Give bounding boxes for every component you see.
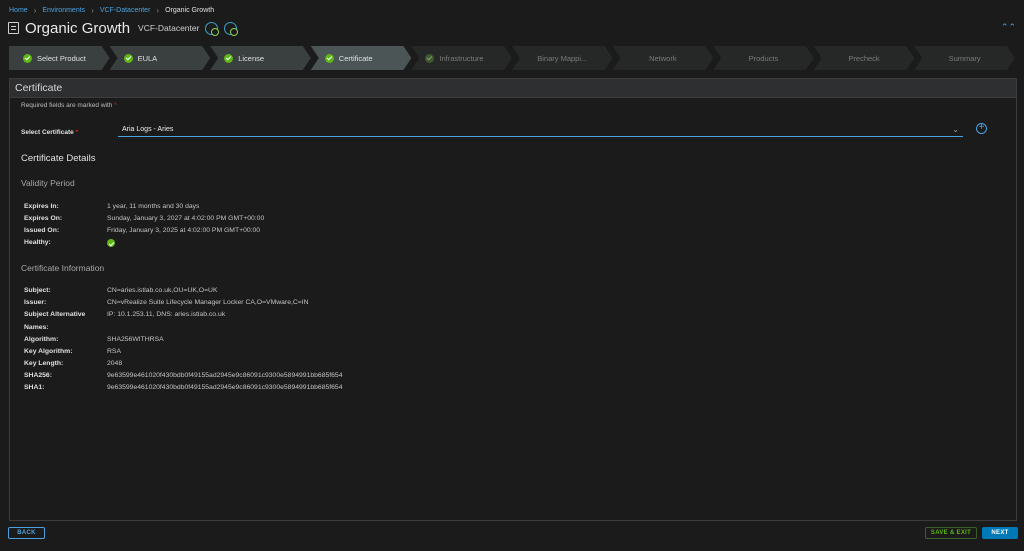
next-button[interactable]: NEXT [982, 527, 1018, 539]
wizard-step-products[interactable]: Products [713, 46, 814, 70]
validity-expires-in: Expires In: 1 year, 11 months and 30 days [24, 203, 200, 210]
page-header: Organic Growth VCF-Datacenter [8, 19, 239, 37]
certificate-details-heading: Certificate Details [21, 153, 96, 164]
certificate-panel: Certificate Required fields are marked w… [9, 78, 1017, 521]
info-issuer: Issuer: CN=vRealize Suite Lifecycle Manag… [24, 299, 309, 306]
selected-certificate: Aria Logs - Aries [122, 126, 174, 133]
wizard-steps: Select Product EULA License Certificate … [9, 46, 1015, 70]
wizard-step-network[interactable]: Network [613, 46, 714, 70]
panel-title: Certificate [10, 79, 1016, 98]
check-circle-icon [324, 53, 334, 63]
wizard-step-binary-mapping[interactable]: Binary Mappi... [512, 46, 613, 70]
select-certificate-dropdown[interactable]: Aria Logs - Aries ⌄ [118, 123, 963, 137]
check-circle-icon [425, 53, 435, 63]
required-note: Required fields are marked with * [21, 102, 117, 109]
breadcrumb: Home › Environments › VCF-Datacenter › O… [9, 6, 214, 15]
chevron-right-icon: › [156, 6, 160, 15]
info-sha1: SHA1: 9e63599e461020f430bdb0f49155ad2945e… [24, 384, 343, 391]
check-circle-icon [224, 53, 234, 63]
info-san-names: Names: [24, 324, 49, 331]
wizard-step-select-product[interactable]: Select Product [9, 46, 110, 70]
wizard-step-summary[interactable]: Summary [914, 46, 1015, 70]
collapse-icon[interactable]: ⌃⌃ [1001, 22, 1016, 33]
breadcrumb-home[interactable]: Home [9, 7, 28, 14]
info-algorithm: Algorithm: SHA256WITHRSA [24, 336, 164, 343]
environment-name: VCF-Datacenter [138, 23, 200, 33]
check-circle-icon [23, 53, 32, 63]
info-sha256: SHA256: 9e63599e461020f430bdb0f49155ad294… [24, 372, 343, 379]
info-subject: Subject: CN=aries.istlab.co.uk,OU=UK,O=UK [24, 287, 218, 294]
breadcrumb-current: Organic Growth [165, 7, 215, 14]
wizard-step-eula[interactable]: EULA [110, 46, 211, 70]
document-icon [8, 22, 19, 34]
breadcrumb-vcf-datacenter[interactable]: VCF-Datacenter [100, 7, 151, 14]
certificate-information-heading: Certificate Information [21, 263, 105, 273]
environment-health-icon [224, 21, 239, 36]
validity-expires-on: Expires On: Sunday, January 3, 2027 at 4:… [24, 215, 265, 222]
chevron-down-icon: ⌄ [952, 125, 959, 134]
chevron-right-icon: › [33, 6, 37, 15]
wizard-step-license[interactable]: License [210, 46, 311, 70]
page-title: Organic Growth [25, 19, 131, 37]
select-certificate-label: Select Certificate * [21, 129, 79, 136]
info-key-algorithm: Key Algorithm: RSA [24, 348, 121, 355]
info-san: Subject Alternative IP: 10.1.253.11, DNS:… [24, 311, 226, 318]
healthy-check-icon [107, 239, 115, 247]
save-exit-button[interactable]: SAVE & EXIT [925, 527, 977, 539]
check-circle-icon [123, 53, 133, 63]
add-certificate-icon[interactable]: + [976, 123, 987, 134]
validity-healthy: Healthy: [24, 239, 115, 249]
info-key-length: Key Length: 2048 [24, 360, 123, 367]
wizard-step-infrastructure[interactable]: Infrastructure [411, 46, 512, 70]
wizard-step-certificate[interactable]: Certificate [311, 46, 412, 70]
environment-status-icon [205, 21, 220, 36]
chevron-right-icon: › [91, 6, 94, 15]
wizard-step-precheck[interactable]: Precheck [814, 46, 915, 70]
back-button[interactable]: BACK [8, 527, 45, 539]
breadcrumb-environments[interactable]: Environments [42, 7, 85, 14]
validity-period-heading: Validity Period [21, 178, 75, 188]
validity-issued-on: Issued On: Friday, January 3, 2025 at 4:0… [24, 227, 261, 234]
